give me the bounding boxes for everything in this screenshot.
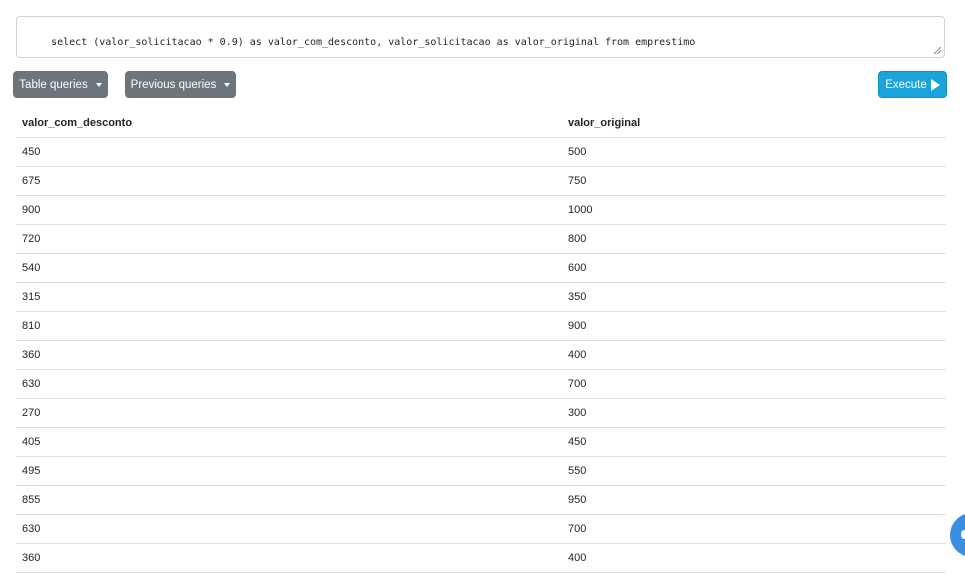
table-queries-label: Table queries: [19, 78, 88, 91]
table-cell: 800: [562, 224, 946, 254]
table-row: 315 350: [16, 282, 946, 312]
query-page: select (valor_solicitacao * 0.9) as valo…: [0, 0, 965, 575]
table-row: 900 1000: [16, 195, 946, 225]
table-cell: 350: [562, 282, 946, 312]
table-row: 540 600: [16, 253, 946, 283]
table-cell: 950: [562, 485, 946, 515]
chat-bubble-icon: [961, 530, 965, 539]
table-cell: 720: [16, 224, 562, 254]
table-cell: 360: [16, 340, 562, 370]
table-cell: 675: [16, 166, 562, 196]
table-header-row: valor_com_desconto valor_original: [16, 109, 946, 138]
table-cell: 270: [16, 398, 562, 428]
table-cell: 315: [16, 282, 562, 312]
table-cell: 750: [562, 166, 946, 196]
table-cell: 810: [16, 311, 562, 341]
table-cell: 900: [16, 195, 562, 225]
column-header[interactable]: valor_com_desconto: [16, 109, 562, 138]
chat-bubble-button[interactable]: [950, 513, 965, 557]
table-cell: 400: [562, 340, 946, 370]
table-cell: 495: [16, 456, 562, 486]
table-row: 360 400: [16, 340, 946, 370]
table-cell: 540: [16, 253, 562, 283]
play-icon: [930, 78, 940, 91]
table-queries-dropdown-button[interactable]: Table queries: [13, 71, 108, 98]
execute-button[interactable]: Execute: [878, 71, 947, 98]
table-cell: 300: [562, 398, 946, 428]
table-cell: 550: [562, 456, 946, 486]
table-row: 675 750: [16, 166, 946, 196]
table-row: 855 950: [16, 485, 946, 515]
table-cell: 700: [562, 369, 946, 399]
previous-queries-dropdown-button[interactable]: Previous queries: [125, 71, 236, 98]
table-row: 450 500: [16, 137, 946, 167]
table-cell: 360: [16, 543, 562, 573]
table-row: 405 450: [16, 427, 946, 457]
table-cell: 900: [562, 311, 946, 341]
table-row: 630 700: [16, 369, 946, 399]
table-row: 630 700: [16, 514, 946, 544]
table-cell: 500: [562, 137, 946, 167]
chevron-down-icon: [95, 82, 102, 87]
table-cell: 405: [16, 427, 562, 457]
previous-queries-label: Previous queries: [130, 78, 217, 91]
sql-query-text: select (valor_solicitacao * 0.9) as valo…: [51, 37, 696, 48]
column-header[interactable]: valor_original: [562, 109, 946, 138]
sql-query-textarea[interactable]: select (valor_solicitacao * 0.9) as valo…: [16, 16, 945, 58]
resize-handle[interactable]: [934, 47, 941, 54]
table-cell: 1000: [562, 195, 946, 225]
table-row: 360 400: [16, 543, 946, 573]
table-cell: 400: [562, 543, 946, 573]
table-cell: 700: [562, 514, 946, 544]
table-row: 270 300: [16, 398, 946, 428]
table-row: 495 550: [16, 456, 946, 486]
execute-label: Execute: [885, 78, 927, 91]
table-cell: 630: [16, 514, 562, 544]
chevron-down-icon: [224, 82, 231, 87]
table-cell: 600: [562, 253, 946, 283]
table-cell: 855: [16, 485, 562, 515]
table-row: 720 800: [16, 224, 946, 254]
results-table: valor_com_desconto valor_original 450 50…: [16, 109, 946, 573]
table-cell: 450: [16, 137, 562, 167]
table-row: 810 900: [16, 311, 946, 341]
results-table-container: valor_com_desconto valor_original 450 50…: [16, 109, 946, 573]
table-cell: 630: [16, 369, 562, 399]
table-cell: 450: [562, 427, 946, 457]
